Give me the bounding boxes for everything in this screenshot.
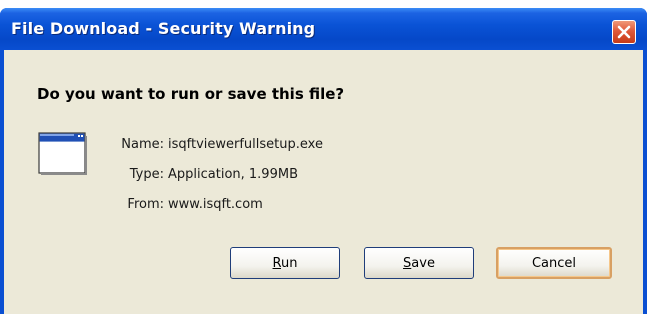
close-button[interactable] [612,20,636,44]
dialog-body: Do you want to run or save this file? Na… [4,50,643,314]
title-bar[interactable]: File Download - Security Warning [0,8,647,50]
save-button-label: ave [411,255,435,271]
name-label: Name: [121,137,164,152]
from-label: From: [127,197,164,212]
file-source-value: www.isqft.com [168,197,263,212]
file-name-value: isqftviewerfullsetup.exe [168,137,323,152]
cancel-button[interactable]: Cancel [496,247,612,279]
close-icon [617,25,631,39]
save-button[interactable]: Save [364,247,474,279]
dialog-question: Do you want to run or save this file? [37,85,345,103]
run-button[interactable]: Run [230,247,340,279]
run-mnemonic: R [272,255,281,271]
type-label: Type: [129,167,164,182]
file-type-value: Application, 1.99MB [168,167,298,182]
file-download-dialog: File Download - Security Warning Do you … [0,8,647,314]
window-title: File Download - Security Warning [11,19,316,38]
run-button-label: un [280,255,298,271]
